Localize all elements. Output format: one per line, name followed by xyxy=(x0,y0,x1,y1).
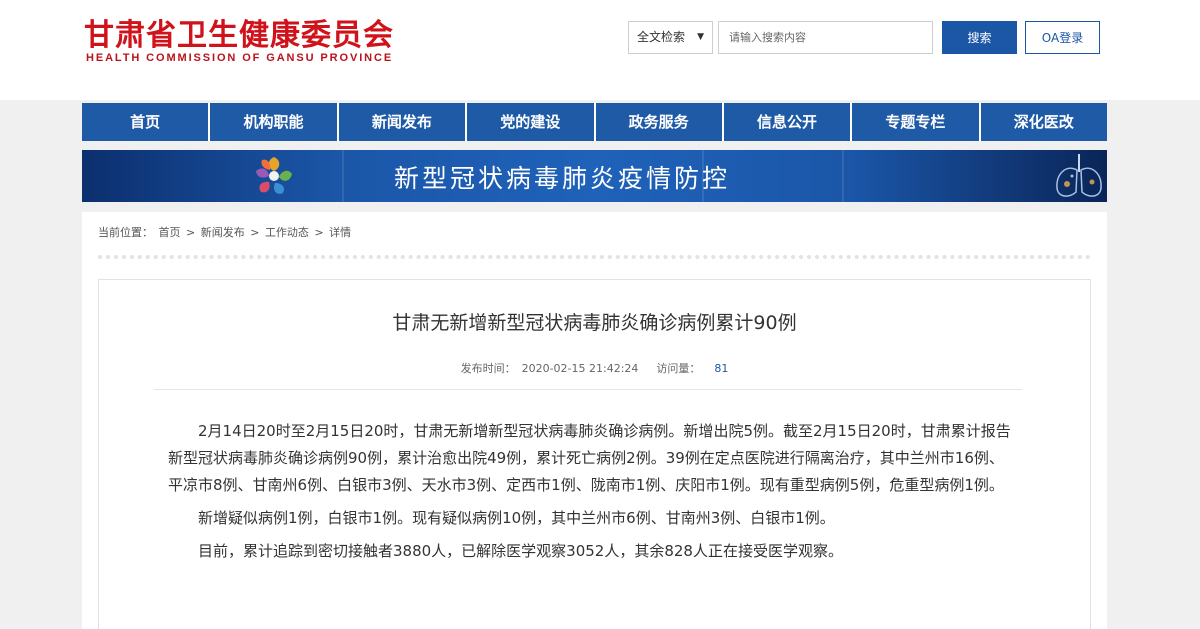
nav-item-services[interactable]: 政务服务 xyxy=(595,103,722,141)
search-scope-select[interactable]: 全文检索 ▼ xyxy=(628,21,713,54)
article-paragraph: 2月14日20时至2月15日20时，甘肃无新增新型冠状病毒肺炎确诊病例。新增出院… xyxy=(168,422,1011,494)
nav-item-disclosure[interactable]: 信息公开 xyxy=(723,103,851,141)
breadcrumb: 当前位置： 首页 > 新闻发布 > 工作动态 > 详情 xyxy=(98,224,353,240)
search-input[interactable] xyxy=(718,21,933,54)
publish-time-label: 发布时间： xyxy=(460,362,516,375)
caret-down-icon: ▼ xyxy=(697,32,704,42)
epidemic-banner[interactable]: 新型冠状病毒肺炎疫情防控 xyxy=(82,150,1107,202)
site-logo-title[interactable]: 甘肃省卫生健康委员会 xyxy=(84,10,394,54)
breadcrumb-item-news[interactable]: 新闻发布 xyxy=(201,226,245,239)
nav-item-functions[interactable]: 机构职能 xyxy=(210,103,337,141)
nav-item-reform[interactable]: 深化医改 xyxy=(980,103,1107,141)
banner-title: 新型冠状病毒肺炎疫情防控 xyxy=(394,164,731,193)
breadcrumb-item-work[interactable]: 工作动态 xyxy=(265,226,309,239)
nav-item-home[interactable]: 首页 xyxy=(82,103,209,141)
flower-logo-icon xyxy=(256,157,292,194)
breadcrumb-item-detail: 详情 xyxy=(329,226,352,239)
nav-item-party[interactable]: 党的建设 xyxy=(467,103,594,141)
main-nav: 首页 机构职能 新闻发布 党的建设 政务服务 信息公开 专题专栏 深化医改 xyxy=(82,103,1107,141)
views-label: 访问量： xyxy=(656,362,701,375)
article-meta: 发布时间： 2020-02-15 21:42:24 访问量： 81 xyxy=(99,360,1090,376)
site-logo-subtitle: HEALTH COMMISSION OF GANSU PROVINCE xyxy=(86,52,394,64)
site-header: 甘肃省卫生健康委员会 HEALTH COMMISSION OF GANSU PR… xyxy=(0,0,1200,100)
nav-item-news[interactable]: 新闻发布 xyxy=(338,103,466,141)
breadcrumb-separator: > xyxy=(186,226,196,239)
breadcrumb-label: 当前位置： xyxy=(98,226,153,239)
lungs-icon xyxy=(1056,154,1102,197)
breadcrumb-separator: > xyxy=(250,226,260,239)
meta-divider xyxy=(154,389,1022,390)
article-body: 2月14日20时至2月15日20时，甘肃无新增新型冠状病毒肺炎确诊病例。新增出院… xyxy=(168,418,1014,565)
publish-time: 2020-02-15 21:42:24 xyxy=(521,362,639,375)
article-title: 甘肃无新增新型冠状病毒肺炎确诊病例累计90例 xyxy=(392,312,797,334)
nav-item-topics[interactable]: 专题专栏 xyxy=(852,103,979,141)
breadcrumb-item-home[interactable]: 首页 xyxy=(159,226,181,239)
breadcrumb-separator: > xyxy=(314,226,324,239)
article-paragraph: 目前，累计追踪到密切接触者3880人，已解除医学观察3052人，其余828人正在… xyxy=(198,542,843,560)
article-paragraph: 新增疑似病例1例，白银市1例。现有疑似病例10例，其中兰州市6例、甘南州3例、白… xyxy=(198,509,835,527)
search-button[interactable]: 搜索 xyxy=(942,21,1017,54)
search-scope-value: 全文检索 xyxy=(637,30,686,44)
views-count: 81 xyxy=(714,362,729,375)
content-card: 当前位置： 首页 > 新闻发布 > 工作动态 > 详情 甘肃无新增新型冠状病毒肺… xyxy=(82,212,1107,629)
breadcrumb-divider xyxy=(98,255,1091,259)
oa-login-button[interactable]: OA登录 xyxy=(1025,21,1100,54)
article: 甘肃无新增新型冠状病毒肺炎确诊病例累计90例 发布时间： 2020-02-15 2… xyxy=(98,279,1091,629)
